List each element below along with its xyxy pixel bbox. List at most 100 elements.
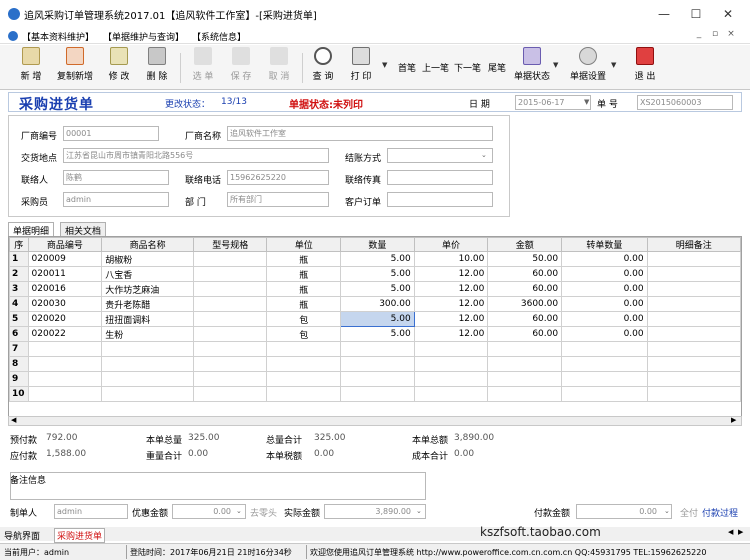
cell-code[interactable]: 020022 [27, 326, 103, 342]
first-record-button[interactable]: 首笔 [398, 61, 416, 74]
cell-code[interactable] [27, 356, 103, 372]
cell-remark[interactable] [646, 341, 741, 357]
payment-process-link[interactable]: 付款过程 [702, 506, 738, 519]
cell-qty[interactable] [339, 341, 415, 357]
maker-field[interactable]: admin [54, 504, 128, 519]
buyer-field[interactable]: admin [63, 192, 169, 207]
fax-field[interactable] [387, 170, 493, 185]
address-field[interactable]: 江苏省昆山市周市镇青阳北路556号 [63, 148, 329, 163]
cell-remark[interactable] [646, 266, 741, 282]
cell-price[interactable] [413, 356, 489, 372]
menu-system-info[interactable]: 【系统信息】 [192, 30, 246, 43]
maximize-button[interactable]: ☐ [682, 4, 710, 24]
cell-spec[interactable] [192, 371, 268, 387]
cell-spec[interactable] [192, 386, 268, 402]
cell-spec[interactable] [192, 296, 268, 312]
cell-seq[interactable]: 3 [9, 281, 29, 297]
remarks-field[interactable] [10, 472, 426, 500]
doc-settings-button[interactable]: 单据设置 [568, 47, 608, 87]
cell-seq[interactable]: 1 [9, 251, 29, 267]
zero-label[interactable]: 去零头 [250, 506, 277, 519]
cell-amount[interactable] [487, 371, 563, 387]
grid-horizontal-scrollbar[interactable]: ◀ ▶ [8, 416, 742, 426]
cell-spec[interactable] [192, 266, 268, 282]
cell-name[interactable]: 胡椒粉 [101, 251, 194, 267]
table-row[interactable]: 6 020022 生粉 包 5.00 12.00 60.00 0.00 [9, 326, 741, 342]
full-pay-button[interactable]: 全付 [680, 506, 698, 519]
cell-qty[interactable]: 300.00 [339, 296, 415, 312]
cell-transfer[interactable]: 0.00 [561, 311, 648, 327]
paid-dropdown-icon[interactable]: ⌄ [664, 507, 670, 515]
cell-spec[interactable] [192, 281, 268, 297]
cell-transfer[interactable]: 0.00 [561, 251, 648, 267]
cell-code[interactable]: 020016 [27, 281, 103, 297]
cell-name[interactable]: 大作坊芝麻油 [101, 281, 194, 297]
cell-amount[interactable]: 60.00 [487, 311, 563, 327]
mdi-close-button[interactable]: × [724, 29, 738, 42]
custorder-field[interactable] [387, 192, 493, 207]
cell-qty[interactable]: 5.00 [339, 326, 415, 342]
cell-transfer[interactable]: 0.00 [561, 296, 648, 312]
cell-transfer[interactable] [561, 371, 648, 387]
close-button[interactable]: ✕ [714, 4, 742, 24]
cell-price[interactable] [413, 371, 489, 387]
cell-remark[interactable] [646, 311, 741, 327]
cancel-button[interactable]: 取 消 [262, 47, 296, 87]
cell-name[interactable] [101, 386, 194, 402]
dept-field[interactable]: 所有部门 [227, 192, 329, 207]
table-row[interactable]: 5 020020 扭扭面调料 包 5.00 12.00 60.00 0.00 [9, 311, 741, 327]
cell-unit[interactable] [266, 341, 341, 357]
cell-remark[interactable] [646, 281, 741, 297]
cell-spec[interactable] [192, 341, 268, 357]
cell-unit[interactable]: 包 [266, 311, 341, 327]
cell-name[interactable]: 扭扭面调料 [101, 311, 194, 327]
new-button[interactable]: 新 增 [14, 47, 48, 87]
cell-qty[interactable] [339, 356, 415, 372]
cell-price[interactable]: 12.00 [413, 311, 489, 327]
scroll-left-icon[interactable]: ◀ [11, 416, 16, 424]
cell-price[interactable] [413, 341, 489, 357]
table-row[interactable]: 2 020011 八宝香 瓶 5.00 12.00 60.00 0.00 [9, 266, 741, 282]
col-header-remark[interactable]: 明细备注 [646, 237, 741, 252]
settle-dropdown-icon[interactable]: ⌄ [481, 151, 487, 159]
cell-amount[interactable] [487, 386, 563, 402]
col-header-price[interactable]: 单价 [413, 237, 489, 252]
cell-price[interactable]: 12.00 [413, 281, 489, 297]
cell-price[interactable]: 12.00 [413, 296, 489, 312]
cell-amount[interactable]: 60.00 [487, 326, 563, 342]
cell-code[interactable]: 020011 [27, 266, 103, 282]
select-button[interactable]: 选 单 [186, 47, 220, 87]
cell-unit[interactable] [266, 356, 341, 372]
cell-code[interactable] [27, 341, 103, 357]
actual-dropdown-icon[interactable]: ⌄ [416, 507, 422, 515]
vendor-name-field[interactable]: 追风软件工作室 [227, 126, 493, 141]
cell-remark[interactable] [646, 296, 741, 312]
cell-amount[interactable]: 3600.00 [487, 296, 563, 312]
cell-unit[interactable] [266, 386, 341, 402]
cell-spec[interactable] [192, 251, 268, 267]
query-button[interactable]: 查 询 [306, 47, 340, 87]
scroll-right-icon[interactable]: ▶ [731, 416, 736, 424]
tab-scroll-right-icon[interactable]: ▶ [738, 528, 743, 536]
cell-code[interactable] [27, 386, 103, 402]
paid-field[interactable]: 0.00 [576, 504, 672, 519]
table-row[interactable]: 9 [9, 371, 741, 387]
tab-documents[interactable]: 相关文档 [60, 222, 107, 237]
cell-transfer[interactable]: 0.00 [561, 326, 648, 342]
cell-amount[interactable] [487, 356, 563, 372]
cell-name[interactable]: 生粉 [101, 326, 194, 342]
minimize-button[interactable]: — [650, 4, 678, 24]
cell-qty[interactable]: 5.00 [339, 311, 415, 327]
cell-code[interactable]: 020030 [27, 296, 103, 312]
phone-field[interactable]: 15962625220 [227, 170, 329, 185]
cell-seq[interactable]: 8 [9, 356, 29, 372]
cell-transfer[interactable] [561, 341, 648, 357]
print-dropdown-icon[interactable]: ▼ [382, 61, 387, 69]
cell-qty[interactable]: 5.00 [339, 251, 415, 267]
col-header-spec[interactable]: 型号规格 [192, 237, 268, 252]
cell-name[interactable] [101, 341, 194, 357]
cell-unit[interactable]: 瓶 [266, 296, 341, 312]
cell-remark[interactable] [646, 386, 741, 402]
table-row[interactable]: 10 [9, 386, 741, 402]
cell-price[interactable] [413, 386, 489, 402]
